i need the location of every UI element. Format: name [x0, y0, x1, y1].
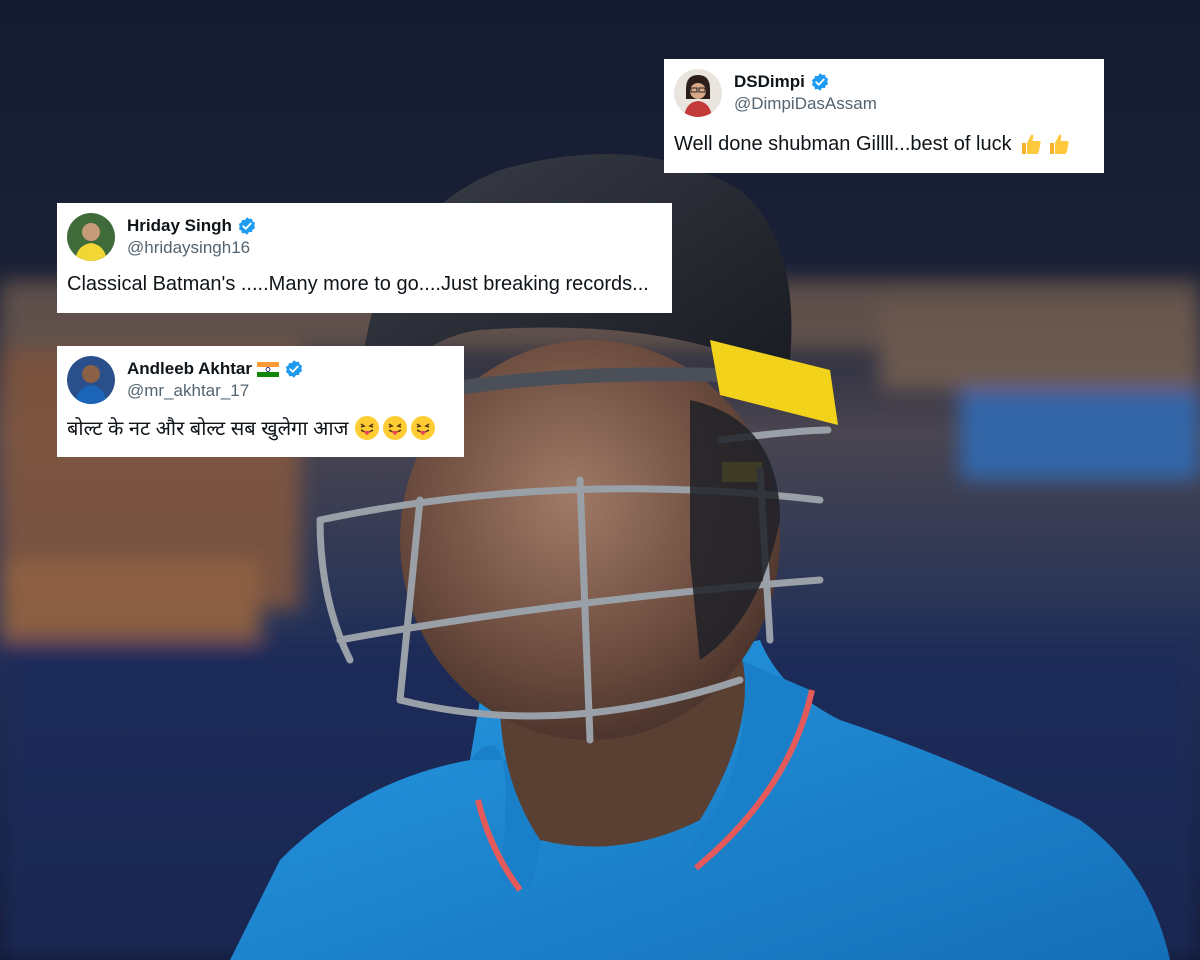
verified-badge-icon [285, 360, 303, 378]
tweet-text: बोल्ट के नट और बोल्ट सब खुलेगा आज [67, 414, 452, 441]
tweet-card-hriday: Hriday Singh @hridaysingh16 Classical Ba… [57, 203, 672, 313]
tweet-header: Hriday Singh @hridaysingh16 [67, 213, 660, 261]
tweet-body: बोल्ट के नट और बोल्ट सब खुलेगा आज [67, 418, 349, 440]
tweet-identity: Hriday Singh @hridaysingh16 [127, 216, 257, 258]
tweet-identity: DSDimpi @DimpiDasAssam [734, 72, 877, 114]
tweet-card-andleeb: Andleeb Akhtar @mr_akhtar_17 बोल्ट के नट… [57, 346, 464, 457]
avatar[interactable] [67, 356, 115, 404]
handle[interactable]: @mr_akhtar_17 [127, 381, 304, 401]
tweet-identity: Andleeb Akhtar @mr_akhtar_17 [127, 359, 304, 401]
face-with-tongue-icon [355, 415, 380, 440]
display-name[interactable]: Hriday Singh [127, 216, 232, 236]
avatar[interactable] [67, 213, 115, 261]
verified-badge-icon [238, 217, 255, 235]
tweet-header: Andleeb Akhtar @mr_akhtar_17 [67, 356, 452, 404]
thumbs-up-icon [1021, 134, 1041, 154]
tweet-card-dsdimpi: DSDimpi @DimpiDasAssam Well done shubman… [664, 59, 1104, 173]
tweet-text: Classical Batman's .....Many more to go.… [67, 273, 660, 296]
thumbs-up-icon [1049, 134, 1069, 154]
india-flag-icon [257, 361, 280, 377]
avatar[interactable] [674, 69, 722, 117]
tweet-text: Well done shubman Gillll...best of luck [674, 131, 1092, 157]
face-with-tongue-icon [411, 415, 436, 440]
tweet-header: DSDimpi @DimpiDasAssam [674, 69, 1092, 117]
display-name[interactable]: Andleeb Akhtar [127, 359, 252, 379]
verified-badge-icon [811, 73, 828, 91]
tweet-body: Well done shubman Gillll...best of luck [674, 132, 1012, 155]
face-with-tongue-icon [383, 415, 408, 440]
handle[interactable]: @DimpiDasAssam [734, 94, 877, 114]
handle[interactable]: @hridaysingh16 [127, 238, 257, 258]
tweet-body: Classical Batman's .....Many more to go.… [67, 273, 649, 295]
display-name[interactable]: DSDimpi [734, 72, 805, 92]
